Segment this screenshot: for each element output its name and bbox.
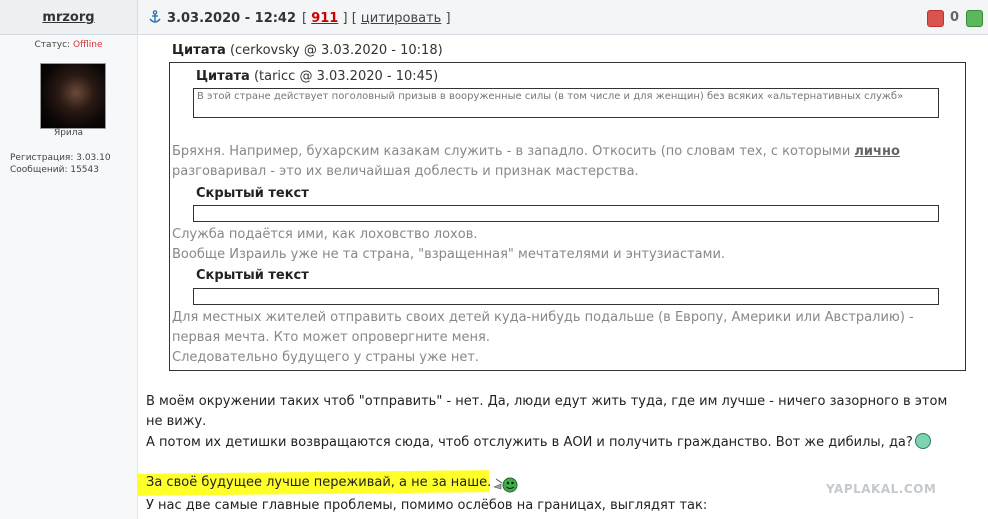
quote-paragraph: Служба подаётся ими, как лоховство лохов… (172, 227, 478, 242)
quote-header-outer: Цитата (cerkovsky @ 3.03.2020 - 10:18) (172, 43, 443, 58)
hidden-text-box[interactable] (193, 205, 939, 222)
username-link[interactable]: mrzorg (0, 10, 137, 25)
jetpack-smiley-icon (493, 477, 518, 493)
reply-count-link[interactable]: 911 (311, 11, 338, 26)
status-label: Статус: (34, 40, 71, 50)
post-meta: [ 911 ] [ цитировать ] (302, 11, 451, 26)
green-smiley-icon (914, 433, 931, 449)
user-stats: Регистрация: 3.03.10 Сообщений: 15543 (10, 152, 111, 176)
vote-count: 0 (950, 10, 960, 25)
quote-meta: (taricc @ 3.03.2020 - 10:45) (253, 69, 439, 84)
thumbs-down-icon[interactable] (927, 10, 944, 27)
bracket-open: [ (302, 11, 308, 26)
thumbs-up-icon[interactable] (966, 10, 983, 27)
quote-link[interactable]: цитировать (361, 11, 441, 26)
post-paragraph: У нас две самые главные проблемы, помимо… (146, 498, 708, 513)
post-count: Сообщений: 15543 (10, 165, 99, 175)
quote-text: Бряхня. Например, бухарским казакам служ… (172, 144, 855, 159)
quote-title: Цитата (172, 43, 226, 58)
registration-date: Регистрация: 3.03.10 (10, 153, 111, 163)
user-status: Статус: Offline (0, 40, 137, 50)
post-text: А потом их детишки возвращаются сюда, чт… (146, 435, 913, 450)
site-watermark: YAPLAKAL.COM (826, 482, 937, 496)
quote-text: разговаривал - это их величайшая доблест… (172, 164, 639, 179)
hidden-text-box[interactable] (193, 288, 939, 305)
quote-paragraph: Следовательно будущего у страны уже нет. (172, 350, 480, 365)
post-paragraph: А потом их детишки возвращаются сюда, чт… (146, 433, 966, 453)
quote-block-inner: В этой стране действует поголовный призы… (193, 88, 939, 118)
bracket-mid: ] [ (342, 11, 357, 26)
post-date: 3.03.2020 - 12:42 (167, 11, 297, 26)
status-value: Offline (72, 40, 103, 50)
anchor-icon[interactable] (148, 10, 162, 24)
avatar-caption: Ярила (53, 128, 84, 138)
avatar[interactable] (40, 63, 106, 129)
post-paragraph: В моём окружении таких чтоб "отправить" … (146, 394, 948, 429)
quote-paragraph: Бряхня. Например, бухарским казакам служ… (172, 142, 962, 182)
quote-emphasis: лично (854, 144, 900, 159)
quote-title: Цитата (196, 69, 250, 84)
quote-meta: (cerkovsky @ 3.03.2020 - 10:18) (229, 43, 443, 58)
bracket-close: ] (445, 11, 451, 26)
quote-paragraph: Вообще Израиль уже не та страна, "взраще… (172, 247, 726, 262)
quote-paragraph: Для местных жителей отправить своих дете… (172, 310, 914, 345)
hidden-text-title: Скрытый текст (196, 268, 309, 283)
hidden-text-title: Скрытый текст (196, 186, 309, 201)
quote-header-inner: Цитата (taricc @ 3.03.2020 - 10:45) (196, 69, 438, 84)
